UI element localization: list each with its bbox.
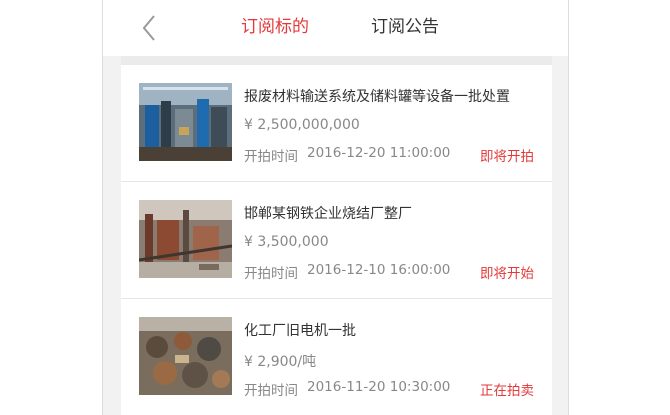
- item-thumbnail-factory: [139, 83, 232, 161]
- item-time-label: 开拍时间: [244, 149, 298, 165]
- tab-subscribed-lots[interactable]: 订阅标的: [241, 16, 309, 38]
- item-thumbnail-motors: [139, 317, 232, 395]
- list-item[interactable]: 报废材料输送系统及储料罐等设备一批处置 ¥ 2,500,000,000 开拍时间…: [121, 65, 552, 182]
- item-title: 报废材料输送系统及储料罐等设备一批处置: [244, 89, 510, 105]
- list-item[interactable]: 化工厂旧电机一批 ¥ 2,900/吨 开拍时间 2016-11-20 10:30…: [121, 299, 552, 415]
- app-screen: 订阅标的 订阅公告 报废材料输送系统及储料罐等设备一批处置 ¥ 2,500,00…: [102, 0, 569, 415]
- back-button[interactable]: [139, 14, 161, 42]
- status-badge: 即将开拍: [480, 149, 534, 165]
- item-price: ¥ 2,900/吨: [244, 354, 317, 370]
- item-time: 2016-12-10 16:00:00: [307, 262, 451, 278]
- item-title: 邯郸某钢铁企业烧结厂整厂: [244, 206, 412, 222]
- section-divider: [121, 56, 552, 65]
- chevron-left-icon: [142, 15, 155, 41]
- lot-list: 报废材料输送系统及储料罐等设备一批处置 ¥ 2,500,000,000 开拍时间…: [121, 65, 552, 415]
- item-price: ¥ 3,500,000: [244, 234, 329, 250]
- status-badge: 正在拍卖: [480, 383, 534, 399]
- item-time-label: 开拍时间: [244, 266, 298, 282]
- top-nav-bar: 订阅标的 订阅公告: [103, 0, 568, 56]
- item-price: ¥ 2,500,000,000: [244, 117, 360, 133]
- item-time: 2016-12-20 11:00:00: [307, 145, 451, 161]
- status-badge: 即将开始: [480, 266, 534, 282]
- item-time-label: 开拍时间: [244, 383, 298, 399]
- item-time: 2016-11-20 10:30:00: [307, 379, 451, 395]
- list-item[interactable]: 邯郸某钢铁企业烧结厂整厂 ¥ 3,500,000 开拍时间 2016-12-10…: [121, 182, 552, 299]
- tab-subscribed-notices[interactable]: 订阅公告: [371, 16, 439, 38]
- item-thumbnail-steel-plant: [139, 200, 232, 278]
- item-title: 化工厂旧电机一批: [244, 323, 356, 339]
